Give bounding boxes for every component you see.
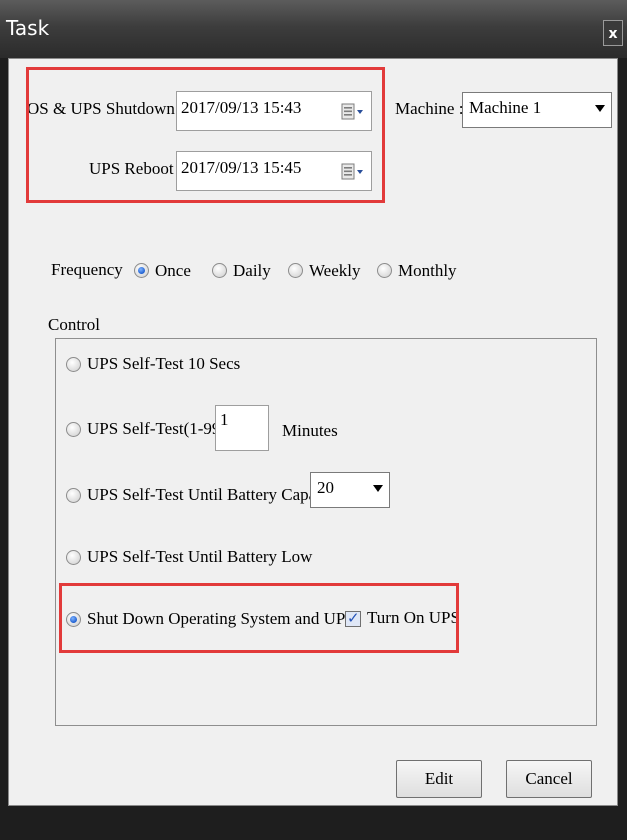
machine-select-value: Machine 1 (469, 98, 542, 117)
control-self-test-low-label[interactable]: UPS Self-Test Until Battery Low (87, 547, 312, 567)
title-bar[interactable]: Task x (0, 0, 627, 58)
chevron-down-icon (595, 105, 605, 112)
frequency-once-label[interactable]: Once (155, 261, 191, 281)
cancel-button[interactable]: Cancel (506, 760, 592, 798)
control-label: Control (48, 315, 100, 334)
task-window: Task x OS & UPS Shutdown : 2017/09/13 15… (0, 0, 627, 840)
control-self-test-10-label[interactable]: UPS Self-Test 10 Secs (87, 354, 240, 374)
frequency-label: Frequency (51, 260, 123, 279)
frequency-weekly-label[interactable]: Weekly (309, 261, 361, 281)
control-radio-self-test-10[interactable] (66, 357, 81, 372)
minutes-unit-label: Minutes (282, 421, 338, 440)
edit-button[interactable]: Edit (396, 760, 482, 798)
frequency-radio-weekly[interactable] (288, 263, 303, 278)
minutes-input-value: 1 (220, 410, 229, 429)
frequency-radio-monthly[interactable] (377, 263, 392, 278)
machine-label: Machine : (395, 99, 464, 118)
frequency-radio-once[interactable] (134, 263, 149, 278)
chevron-down-icon (373, 485, 383, 492)
window-bottom-border (0, 806, 627, 840)
control-radio-self-test-minutes[interactable] (66, 422, 81, 437)
control-radio-self-test-capacity[interactable] (66, 488, 81, 503)
close-button[interactable]: x (603, 20, 623, 46)
control-self-test-capacity-label[interactable]: UPS Self-Test Until Battery Capacity (87, 485, 342, 505)
control-self-test-minutes-label[interactable]: UPS Self-Test(1-99) (87, 419, 226, 439)
window-title: Task (6, 16, 50, 40)
battery-capacity-select[interactable]: 20 (310, 472, 390, 508)
minutes-input[interactable]: 1 (215, 405, 269, 451)
frequency-daily-label[interactable]: Daily (233, 261, 271, 281)
dialog-body: OS & UPS Shutdown : 2017/09/13 15:43 UPS… (8, 58, 618, 806)
shutdown-highlight-box (59, 583, 459, 653)
frequency-monthly-label[interactable]: Monthly (398, 261, 457, 281)
battery-capacity-value: 20 (317, 478, 334, 497)
machine-select[interactable]: Machine 1 (462, 92, 612, 128)
control-groupbox (55, 338, 597, 726)
control-radio-self-test-low[interactable] (66, 550, 81, 565)
frequency-radio-daily[interactable] (212, 263, 227, 278)
schedule-highlight-box (26, 67, 385, 203)
